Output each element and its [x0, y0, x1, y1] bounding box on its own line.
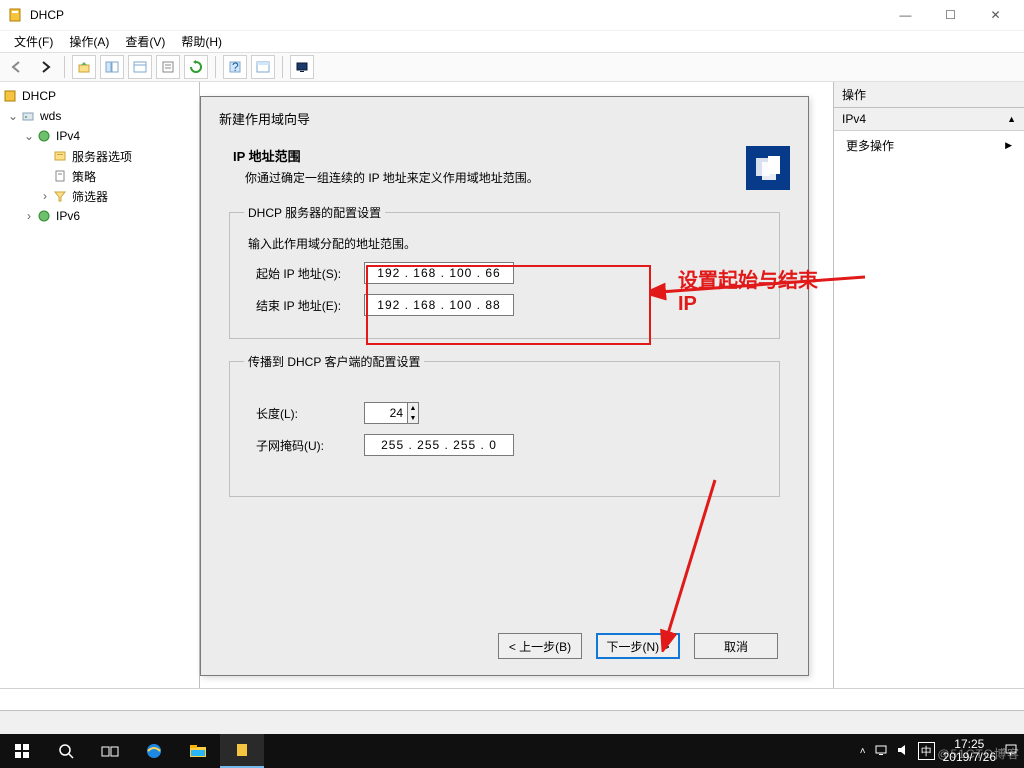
tray-network-icon[interactable]: [874, 743, 888, 760]
tree-label: DHCP: [22, 89, 56, 103]
tree-label: 筛选器: [72, 188, 108, 205]
end-ip-label: 结束 IP 地址(E):: [244, 297, 364, 314]
ipv6-icon: [36, 208, 52, 224]
menubar: 文件(F) 操作(A) 查看(V) 帮助(H): [0, 30, 1024, 52]
policy-icon: [52, 168, 68, 184]
actions-pane: 操作 IPv4 ▲ 更多操作 ▶: [834, 82, 1024, 688]
inner-statusbar: [0, 688, 1024, 710]
actions-more-label: 更多操作: [846, 137, 894, 154]
tree-label: IPv4: [56, 129, 80, 143]
actions-selected-ipv4[interactable]: IPv4 ▲: [834, 108, 1024, 131]
wizard-title: 新建作用域向导: [219, 109, 790, 128]
filter-icon: [52, 188, 68, 204]
toolbar-view-button[interactable]: [251, 55, 275, 79]
menu-file[interactable]: 文件(F): [6, 31, 61, 52]
window-title: DHCP: [30, 8, 883, 22]
toolbar-up-button[interactable]: [72, 55, 96, 79]
menu-view[interactable]: 查看(V): [117, 31, 173, 52]
watermark: @51CTO博客: [937, 745, 1020, 762]
window-maximize-button[interactable]: ☐: [928, 0, 973, 30]
subnet-mask-input[interactable]: 255 . 255 . 255 . 0: [364, 434, 514, 456]
toolbar-forward-button[interactable]: [33, 55, 57, 79]
wizard-header-icon: [746, 146, 790, 190]
dhcp-client-settings-group: 传播到 DHCP 客户端的配置设置 长度(L): ▲▼ 子网掩码(U): 255…: [229, 353, 780, 497]
server-icon: [2, 88, 18, 104]
toolbar-show-hide-tree-button[interactable]: [100, 55, 124, 79]
subnet-mask-label: 子网掩码(U):: [244, 437, 364, 454]
server-node-icon: [20, 108, 36, 124]
actions-header: 操作: [834, 82, 1024, 108]
group-legend: DHCP 服务器的配置设置: [244, 204, 385, 221]
tree-expand-icon[interactable]: ›: [22, 209, 36, 223]
task-view-button[interactable]: [88, 734, 132, 768]
tree-ipv6[interactable]: › IPv6: [2, 206, 197, 226]
start-ip-label: 起始 IP 地址(S):: [244, 265, 364, 282]
tree-server-wds[interactable]: ⌄ wds: [2, 106, 197, 126]
spin-down-icon[interactable]: ▼: [408, 413, 418, 423]
spin-up-icon[interactable]: ▲: [408, 403, 418, 413]
length-label: 长度(L):: [244, 405, 364, 422]
tree-collapse-icon[interactable]: ⌄: [22, 129, 36, 143]
tree-server-options[interactable]: 服务器选项: [2, 146, 197, 166]
taskbar-dhcp-button[interactable]: [220, 734, 264, 768]
start-ip-input[interactable]: 192 . 168 . 100 . 66: [364, 262, 514, 284]
toolbar-export-button[interactable]: [156, 55, 180, 79]
tray-overflow-icon[interactable]: ˄: [860, 746, 866, 757]
taskbar-ie-button[interactable]: [132, 734, 176, 768]
menu-action[interactable]: 操作(A): [61, 31, 117, 52]
ipv4-icon: [36, 128, 52, 144]
taskbar: ˄ 中 17:25 2019/7/26 @51CTO博客: [0, 734, 1024, 768]
wizard-subheading: 你通过确定一组连续的 IP 地址来定义作用域地址范围。: [233, 169, 539, 186]
tree-ipv4[interactable]: ⌄ IPv4: [2, 126, 197, 146]
ime-indicator[interactable]: 中: [918, 742, 935, 760]
start-button[interactable]: [0, 734, 44, 768]
window-titlebar: DHCP — ☐ ✕: [0, 0, 1024, 30]
toolbar-separator: [215, 56, 216, 78]
toolbar-help-button[interactable]: ?: [223, 55, 247, 79]
tree-root-dhcp[interactable]: DHCP: [2, 86, 197, 106]
group-legend: 传播到 DHCP 客户端的配置设置: [244, 353, 424, 370]
taskbar-search-button[interactable]: [44, 734, 88, 768]
app-icon: [6, 6, 24, 24]
toolbar-refresh-button[interactable]: [184, 55, 208, 79]
tree-filter[interactable]: › 筛选器: [2, 186, 197, 206]
cancel-button[interactable]: 取消: [694, 633, 778, 659]
center-pane: 新建作用域向导 IP 地址范围 你通过确定一组连续的 IP 地址来定义作用域地址…: [200, 82, 834, 688]
taskbar-explorer-button[interactable]: [176, 734, 220, 768]
options-icon: [52, 148, 68, 164]
toolbar-properties-button[interactable]: [128, 55, 152, 79]
chevron-right-icon: ▶: [1005, 140, 1012, 151]
actions-selected-label: IPv4: [842, 112, 866, 126]
tree-collapse-icon[interactable]: ⌄: [6, 109, 20, 123]
tree-policy[interactable]: 策略: [2, 166, 197, 186]
tree-pane: DHCP ⌄ wds ⌄ IPv4 服务器选项 策略 › 筛选器 › IPv: [0, 82, 200, 688]
svg-text:?: ?: [232, 60, 239, 74]
toolbar-monitor-button[interactable]: [290, 55, 314, 79]
new-scope-wizard-dialog: 新建作用域向导 IP 地址范围 你通过确定一组连续的 IP 地址来定义作用域地址…: [200, 96, 809, 676]
back-button[interactable]: < 上一步(B): [498, 633, 582, 659]
next-button[interactable]: 下一步(N) >: [596, 633, 680, 659]
wizard-heading: IP 地址范围: [233, 149, 301, 164]
toolbar: ?: [0, 52, 1024, 82]
actions-more[interactable]: 更多操作 ▶: [834, 131, 1024, 160]
tree-label: IPv6: [56, 209, 80, 223]
menu-help[interactable]: 帮助(H): [173, 31, 230, 52]
toolbar-separator: [64, 56, 65, 78]
length-spinner[interactable]: ▲▼: [364, 402, 419, 424]
tree-label: 策略: [72, 168, 96, 185]
length-input[interactable]: [364, 402, 408, 424]
tree-expand-icon[interactable]: ›: [38, 189, 52, 203]
statusbar: [0, 710, 1024, 734]
tree-label: wds: [40, 109, 61, 123]
tray-volume-icon[interactable]: [896, 743, 910, 760]
tree-label: 服务器选项: [72, 148, 132, 165]
end-ip-input[interactable]: 192 . 168 . 100 . 88: [364, 294, 514, 316]
window-minimize-button[interactable]: —: [883, 0, 928, 30]
window-close-button[interactable]: ✕: [973, 0, 1018, 30]
toolbar-separator: [282, 56, 283, 78]
annotation-text: 设置起始与结束IP: [678, 264, 833, 316]
range-instruction: 输入此作用域分配的地址范围。: [248, 235, 765, 252]
collapse-icon: ▲: [1007, 114, 1016, 124]
toolbar-back-button[interactable]: [5, 55, 29, 79]
